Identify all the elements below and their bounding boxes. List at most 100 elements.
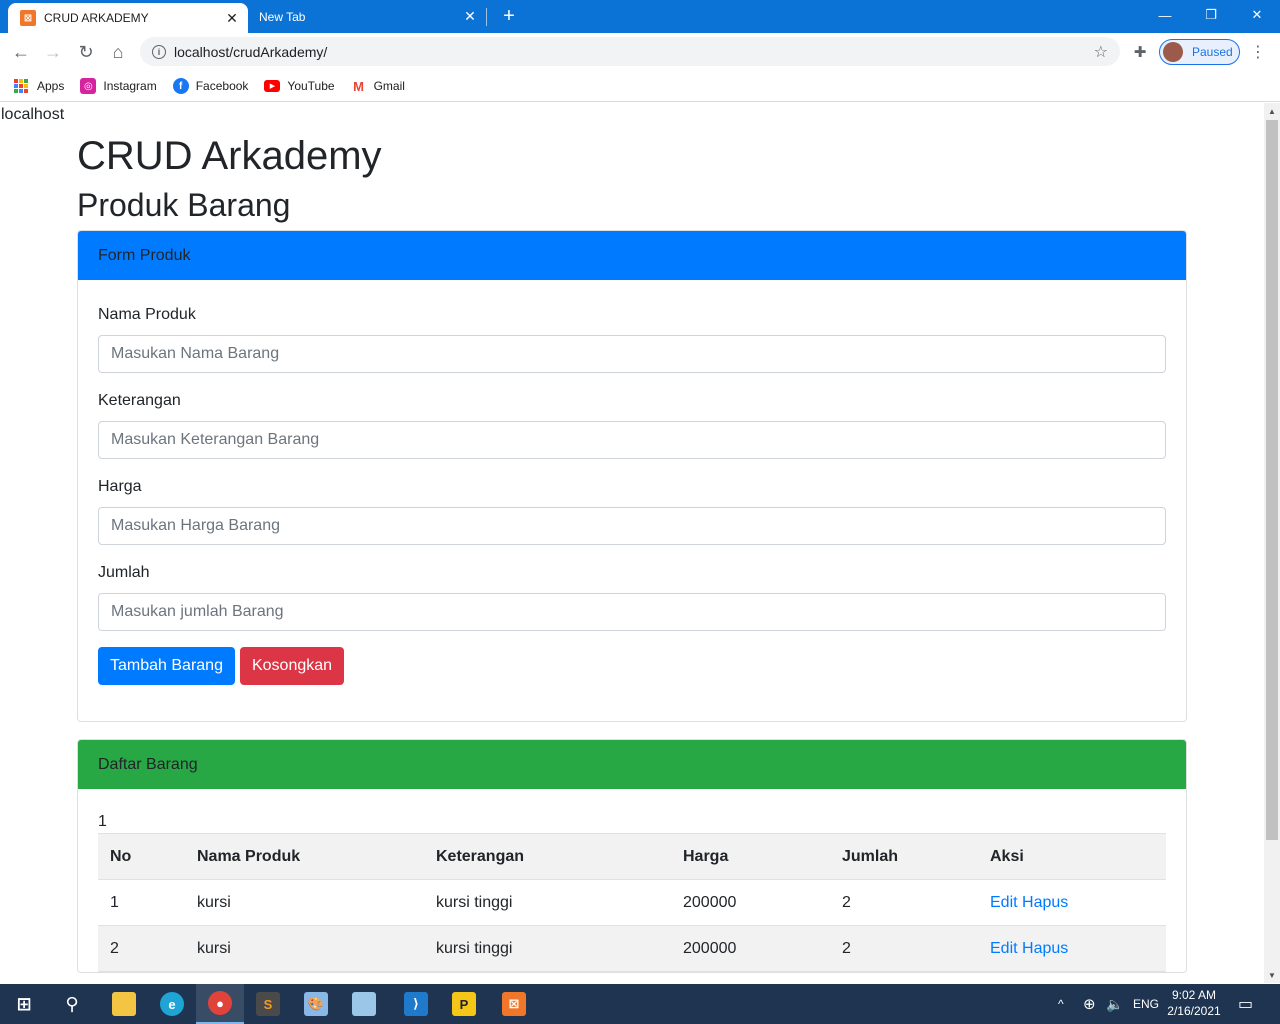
column-header: Harga xyxy=(671,833,830,880)
youtube-icon: ▶ xyxy=(264,80,281,92)
tab-new-tab[interactable]: New Tab ✕ xyxy=(250,0,486,33)
home-icon[interactable]: ⌂ xyxy=(105,39,131,65)
close-icon[interactable]: ✕ xyxy=(224,10,240,26)
edge-icon: e xyxy=(160,992,184,1016)
back-arrow-icon[interactable]: ← xyxy=(8,39,34,65)
minimize-button[interactable]: — xyxy=(1142,0,1188,30)
browser-tab-bar: ⊠ CRUD ARKADEMY ✕ New Tab ✕ + — ❐ ✕ xyxy=(0,0,1280,33)
more-menu-icon[interactable]: ⋮ xyxy=(1250,41,1266,63)
bookmark-label: Gmail xyxy=(373,79,405,93)
taskbar-chrome[interactable]: ● xyxy=(196,984,244,1024)
cell-nama: kursi xyxy=(185,879,424,926)
nama-produk-input[interactable] xyxy=(98,335,1166,373)
tab-crud-arkademy[interactable]: ⊠ CRUD ARKADEMY ✕ xyxy=(8,3,248,33)
bookmark-apps[interactable]: Apps xyxy=(14,79,64,93)
tab-title: New Tab xyxy=(259,9,306,24)
harga-input[interactable] xyxy=(98,507,1166,545)
url-text[interactable]: localhost/crudArkademy/ xyxy=(174,44,1094,60)
scroll-thumb[interactable] xyxy=(1266,120,1278,840)
edit-link[interactable]: Edit xyxy=(990,894,1018,911)
cell-aksi: Edit Hapus xyxy=(978,925,1166,972)
restore-button[interactable]: ❐ xyxy=(1188,0,1234,30)
volume-icon[interactable]: 🔈 xyxy=(1106,984,1123,1024)
bookmark-facebook[interactable]: f Facebook xyxy=(172,78,249,94)
cell-keterangan: kursi tinggi xyxy=(424,879,671,926)
info-icon[interactable]: i xyxy=(152,44,166,59)
folder-icon xyxy=(112,992,136,1016)
taskbar-file-explorer[interactable] xyxy=(100,984,148,1024)
taskbar-ldplayer[interactable]: P xyxy=(440,984,488,1024)
list-card: Daftar Barang 1 No Nama Produk Keteranga… xyxy=(77,739,1187,973)
tambah-barang-button[interactable]: Tambah Barang xyxy=(98,647,235,685)
taskbar-paint[interactable]: 🎨 xyxy=(292,984,340,1024)
keterangan-input[interactable] xyxy=(98,421,1166,459)
profile-status: Paused xyxy=(1192,45,1233,59)
start-button[interactable]: ⊞ xyxy=(0,984,48,1024)
xampp-icon: ⊠ xyxy=(20,10,36,26)
tray-chevron-icon[interactable]: ^ xyxy=(1058,984,1064,1024)
jumlah-input[interactable] xyxy=(98,593,1166,631)
table-row: 2 kursi kursi tinggi 200000 2 Edit Hapus xyxy=(98,925,1166,972)
taskbar-xampp[interactable]: ⊠ xyxy=(490,984,538,1024)
form-card: Form Produk Nama Produk Keterangan Harga… xyxy=(77,230,1187,722)
sublime-text-icon: S xyxy=(256,992,280,1016)
page-viewport: localhost CRUD Arkademy Produk Barang Fo… xyxy=(0,103,1264,983)
notification-icon[interactable]: ▭ xyxy=(1238,984,1253,1024)
scroll-up-arrow-icon[interactable]: ▲ xyxy=(1264,103,1280,119)
forward-arrow-icon[interactable]: → xyxy=(40,39,66,65)
address-bar[interactable]: i localhost/crudArkademy/ ☆ xyxy=(140,37,1120,66)
windows-taskbar: ⊞ ⚲ e ● S 🎨 ⟩ P ⊠ ^ ⊕ 🔈 ENG 9:02 AM 2/16… xyxy=(0,984,1280,1024)
cell-no: 2 xyxy=(98,925,185,972)
language-indicator[interactable]: ENG xyxy=(1133,984,1159,1024)
search-button[interactable]: ⚲ xyxy=(48,984,96,1024)
bookmark-star-icon[interactable]: ☆ xyxy=(1094,42,1108,62)
taskbar-notes[interactable] xyxy=(340,984,388,1024)
form-card-header: Form Produk xyxy=(78,231,1186,280)
new-tab-button[interactable]: + xyxy=(498,5,520,27)
scroll-down-arrow-icon[interactable]: ▼ xyxy=(1264,967,1280,983)
taskbar-vscode[interactable]: ⟩ xyxy=(392,984,440,1024)
jumlah-label: Jumlah xyxy=(98,564,150,581)
profile-button[interactable]: Paused xyxy=(1159,39,1240,65)
column-header: No xyxy=(98,833,185,880)
cell-harga: 200000 xyxy=(671,925,830,972)
form-actions: Tambah Barang Kosongkan xyxy=(98,647,1166,721)
cell-aksi: Edit Hapus xyxy=(978,879,1166,926)
close-icon[interactable]: ✕ xyxy=(462,8,478,25)
facebook-icon: f xyxy=(172,78,189,94)
nama-produk-label: Nama Produk xyxy=(98,306,196,323)
close-window-button[interactable]: ✕ xyxy=(1234,0,1280,30)
extensions-puzzle-icon[interactable]: ✚ xyxy=(1130,42,1150,62)
hapus-link[interactable]: Hapus xyxy=(1022,940,1068,957)
list-card-header: Daftar Barang xyxy=(78,740,1186,789)
page-subtitle: Produk Barang xyxy=(77,187,291,223)
taskbar-edge[interactable]: e xyxy=(148,984,196,1024)
page-scrollbar[interactable]: ▲ ▼ xyxy=(1264,103,1280,983)
cell-nama: kursi xyxy=(185,925,424,972)
edit-link[interactable]: Edit xyxy=(990,940,1018,957)
apps-grid-icon xyxy=(14,79,28,93)
bookmark-gmail[interactable]: M Gmail xyxy=(351,78,405,94)
main-container: CRUD Arkademy Produk Barang Form Produk … xyxy=(77,130,1187,973)
search-icon: ⚲ xyxy=(65,993,79,1014)
product-table: No Nama Produk Keterangan Harga Jumlah A… xyxy=(98,833,1166,972)
taskbar-sublime[interactable]: S xyxy=(244,984,292,1024)
host-text: localhost xyxy=(1,106,65,123)
ldplayer-icon: P xyxy=(452,992,476,1016)
clock[interactable]: 9:02 AM 2/16/2021 xyxy=(1164,987,1224,1019)
bookmark-label: Facebook xyxy=(195,79,249,93)
column-header: Keterangan xyxy=(424,833,671,880)
bookmark-youtube[interactable]: ▶ YouTube xyxy=(264,79,335,93)
network-globe-icon[interactable]: ⊕ xyxy=(1083,984,1096,1024)
cell-keterangan: kursi tinggi xyxy=(424,925,671,972)
instagram-icon: ◎ xyxy=(80,78,97,94)
hapus-link[interactable]: Hapus xyxy=(1022,894,1068,911)
table-row: 1 kursi kursi tinggi 200000 2 Edit Hapus xyxy=(98,879,1166,926)
cell-jumlah: 2 xyxy=(830,925,978,972)
kosongkan-button[interactable]: Kosongkan xyxy=(239,647,345,685)
bookmark-instagram[interactable]: ◎ Instagram xyxy=(80,78,157,94)
chrome-icon: ● xyxy=(208,991,232,1015)
clock-date: 2/16/2021 xyxy=(1167,1004,1221,1018)
reload-icon[interactable]: ↻ xyxy=(73,39,99,65)
notes-icon xyxy=(352,992,376,1016)
